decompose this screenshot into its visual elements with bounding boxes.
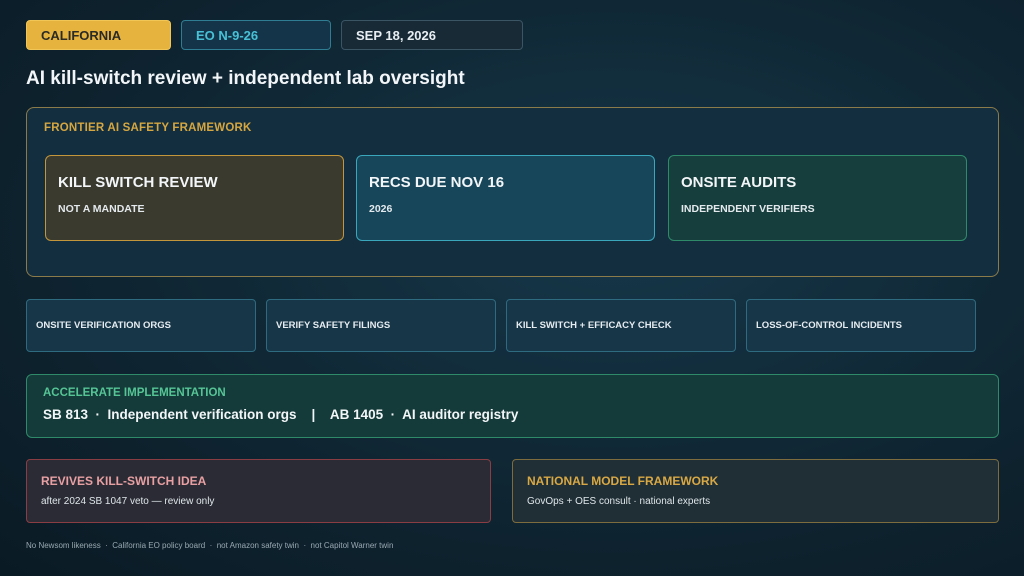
card-recs-due: RECS DUE NOV 16 2026 xyxy=(356,155,655,241)
panel-text: GovOps + OES consult · national experts xyxy=(527,496,711,507)
panel-text: after 2024 SB 1047 veto — review only xyxy=(41,496,215,507)
revives-panel: REVIVES KILL-SWITCH IDEA after 2024 SB 1… xyxy=(26,459,491,523)
accelerate-panel xyxy=(26,374,999,438)
page-title: AI kill-switch review + independent lab … xyxy=(26,68,465,89)
card-subtitle: 2026 xyxy=(369,203,393,215)
pill-loss-of-control: LOSS-OF-CONTROL INCIDENTS xyxy=(746,299,976,352)
card-subtitle: INDEPENDENT VERIFIERS xyxy=(681,203,815,215)
card-kill-switch-review: KILL SWITCH REVIEW NOT A MANDATE xyxy=(45,155,344,241)
pill-onsite-verification: ONSITE VERIFICATION ORGS xyxy=(26,299,256,352)
framework-label: FRONTIER AI SAFETY FRAMEWORK xyxy=(44,122,252,134)
card-title: RECS DUE NOV 16 xyxy=(369,174,505,191)
executive-order-badge: EO N-9-26 xyxy=(181,20,331,50)
card-title: KILL SWITCH REVIEW xyxy=(58,174,218,191)
pill-verify-safety-filings: VERIFY SAFETY FILINGS xyxy=(266,299,496,352)
card-title: ONSITE AUDITS xyxy=(681,174,797,191)
panel-title: NATIONAL MODEL FRAMEWORK xyxy=(527,474,719,488)
footer-note: No Newsom likeness · California EO polic… xyxy=(26,541,394,550)
card-onsite-audits: ONSITE AUDITS INDEPENDENT VERIFIERS xyxy=(668,155,967,241)
date-badge: SEP 18, 2026 xyxy=(341,20,523,50)
card-subtitle: NOT A MANDATE xyxy=(58,203,145,215)
national-framework-panel: NATIONAL MODEL FRAMEWORK GovOps + OES co… xyxy=(512,459,999,523)
panel-title: REVIVES KILL-SWITCH IDEA xyxy=(41,474,207,488)
accelerate-line: SB 813 · Independent verification orgs |… xyxy=(43,407,519,422)
pill-kill-switch-efficacy: KILL SWITCH + EFFICACY CHECK xyxy=(506,299,736,352)
state-badge: CALIFORNIA xyxy=(26,20,171,50)
accelerate-label: ACCELERATE IMPLEMENTATION xyxy=(43,387,226,399)
